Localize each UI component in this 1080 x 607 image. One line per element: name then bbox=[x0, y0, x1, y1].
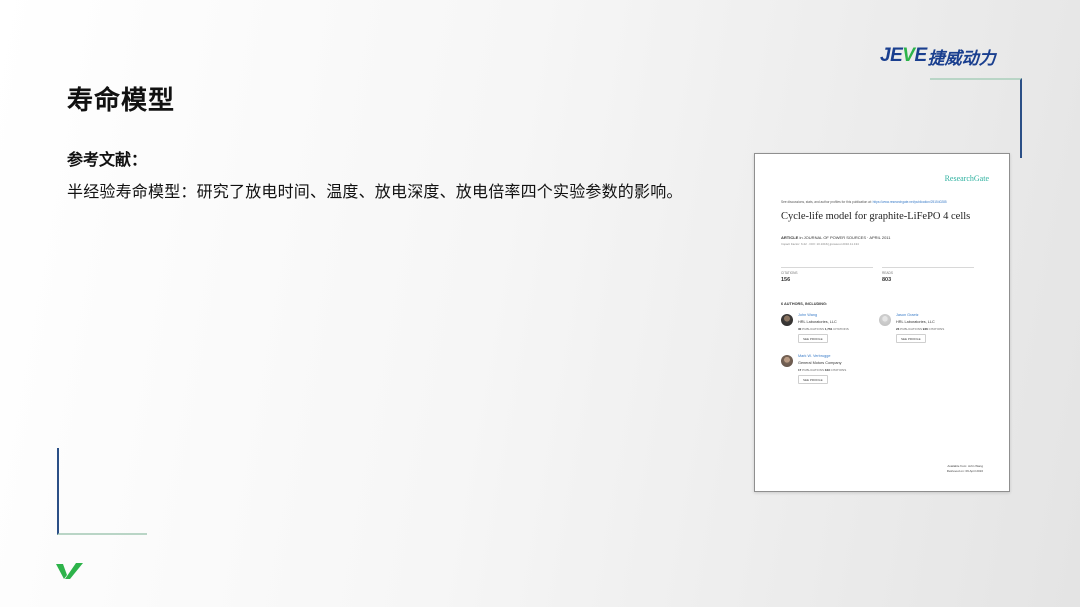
see-profile-button: SEE PROFILE bbox=[896, 334, 926, 343]
author-card: John Wang HRL Laboratories, LLC 30 PUBLI… bbox=[781, 313, 873, 345]
avatar bbox=[781, 314, 793, 326]
reads-stat: READS 803 bbox=[882, 267, 974, 283]
logo-wordmark: JEVE bbox=[880, 45, 927, 66]
reference-label: 参考文献： bbox=[67, 150, 148, 169]
author-name: John Wang bbox=[798, 313, 818, 317]
company-logo: JEVE 捷威动力 bbox=[880, 44, 1030, 69]
authors-heading: 6 AUTHORS, INCLUDING: bbox=[781, 302, 828, 306]
paper-footer: Available from: John Wang Retrieved on: … bbox=[946, 464, 983, 473]
paper-journal-line: ARTICLE in JOURNAL OF POWER SOURCES · AP… bbox=[781, 235, 891, 240]
citations-stat: CITATIONS 156 bbox=[781, 267, 873, 283]
author-stats: 30 PUBLICATIONS 1,761 CITATIONS bbox=[798, 327, 849, 331]
author-name: Mark W. Verbrugge bbox=[798, 354, 831, 358]
paper-doi: Impact Factor: 6.22 · DOI: 10.1016/j.jpo… bbox=[781, 242, 859, 246]
avatar bbox=[879, 314, 891, 326]
publication-link: https://www.researchgate.net/publication… bbox=[872, 200, 947, 204]
see-profile-button: SEE PROFILE bbox=[798, 375, 828, 384]
corner-bracket-bottom-left bbox=[57, 448, 147, 535]
discussion-line: See discussions, stats, and author profi… bbox=[781, 200, 947, 204]
corner-bracket-top-right bbox=[930, 78, 1022, 158]
author-card: Jason Graetz HRL Laboratories, LLC 23 PU… bbox=[879, 313, 971, 345]
paper-thumbnail: ResearchGate See discussions, stats, and… bbox=[754, 153, 1010, 492]
author-name: Jason Graetz bbox=[896, 313, 919, 317]
author-affiliation: HRL Laboratories, LLC bbox=[896, 320, 935, 324]
author-affiliation: General Motors Company bbox=[798, 361, 842, 365]
reference-description: 半经验寿命模型：研究了放电时间、温度、放电深度、放电倍率四个实验参数的影响。 bbox=[67, 182, 683, 201]
brand-v-mark-icon bbox=[56, 563, 83, 579]
author-stats: 17 PUBLICATIONS 343 CITATIONS bbox=[798, 368, 847, 372]
avatar bbox=[781, 355, 793, 367]
researchgate-logo: ResearchGate bbox=[944, 174, 989, 183]
author-affiliation: HRL Laboratories, LLC bbox=[798, 320, 837, 324]
author-card: Mark W. Verbrugge General Motors Company… bbox=[781, 354, 873, 386]
author-stats: 23 PUBLICATIONS 946 CITATIONS bbox=[896, 327, 945, 331]
logo-chinese-name: 捷威动力 bbox=[927, 48, 996, 69]
see-profile-button: SEE PROFILE bbox=[798, 334, 828, 343]
slide-title: 寿命模型 bbox=[67, 86, 176, 116]
paper-title: Cycle-life model for graphite-LiFePO 4 c… bbox=[781, 211, 971, 222]
